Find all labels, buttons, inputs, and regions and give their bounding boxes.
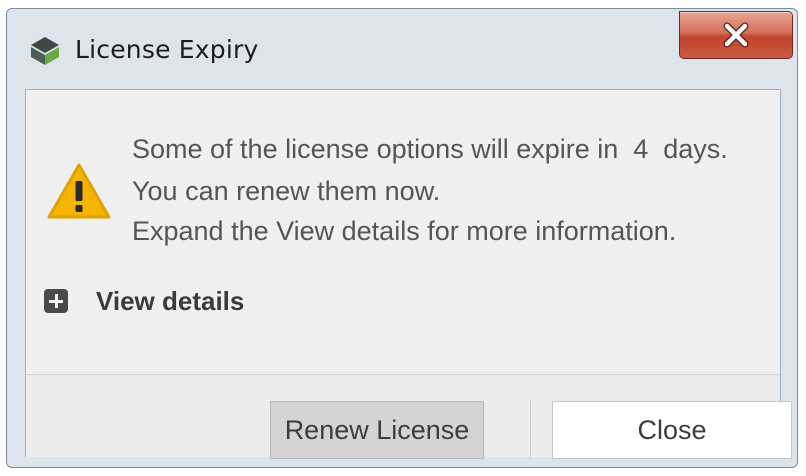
message-line-3: Expand the View details for more informa…: [132, 216, 677, 246]
cube-logo-icon: [31, 37, 59, 65]
message-line-2: You can renew them now.: [132, 176, 441, 206]
view-details-label[interactable]: View details: [96, 286, 244, 317]
window-close-button[interactable]: [679, 11, 793, 59]
dialog-content: Some of the license options will expire …: [25, 89, 792, 459]
plus-expand-icon[interactable]: [44, 289, 68, 313]
button-divider: [530, 399, 531, 459]
close-icon: [723, 22, 749, 48]
warning-icon: [47, 163, 111, 219]
license-expiry-dialog: License Expiry Some of the license optio…: [6, 8, 798, 468]
title-bar[interactable]: License Expiry: [7, 9, 797, 81]
renew-license-button[interactable]: Renew License: [270, 401, 484, 459]
window-title: License Expiry: [75, 35, 259, 64]
close-button[interactable]: Close: [552, 401, 792, 459]
button-bar: Renew License Close: [26, 374, 792, 459]
message-line-1: Some of the license options will expire …: [132, 134, 728, 164]
